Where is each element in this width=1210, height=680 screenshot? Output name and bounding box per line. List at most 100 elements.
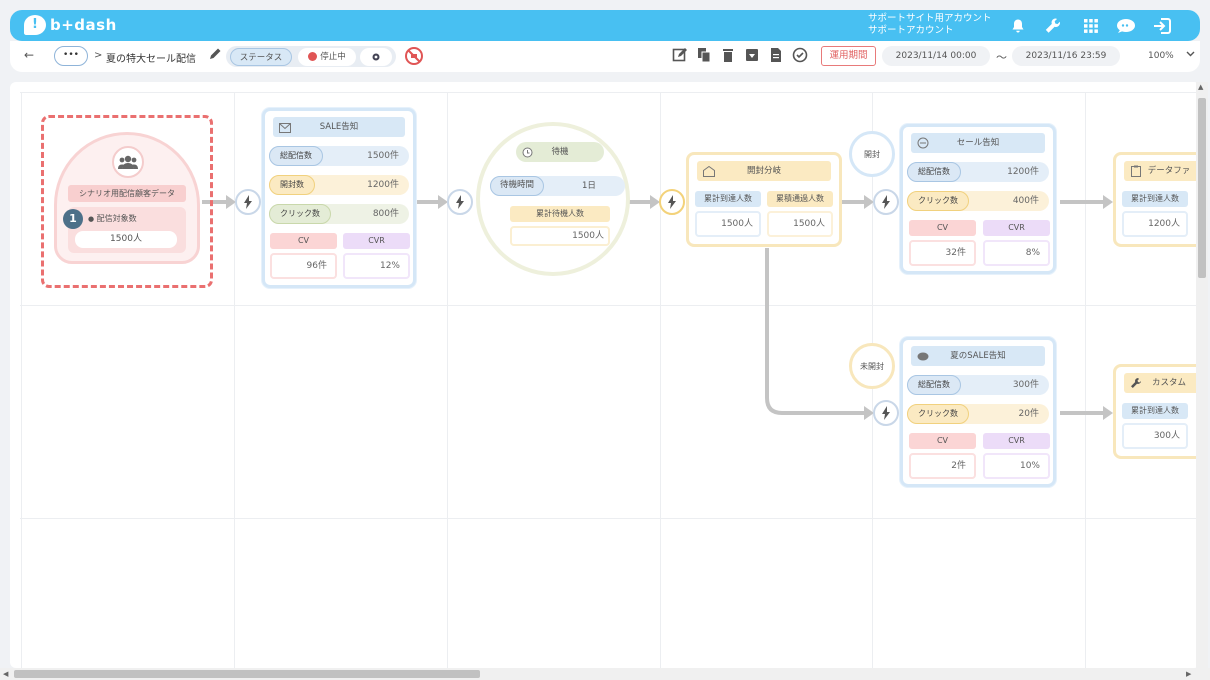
stat-row: 総配信数 1200件 xyxy=(907,162,1049,182)
horizontal-scroll-thumb[interactable] xyxy=(14,670,480,678)
no-entry-icon xyxy=(917,137,929,149)
trigger-node[interactable] xyxy=(235,189,261,215)
check-circle-icon[interactable] xyxy=(792,47,808,63)
bell-icon[interactable] xyxy=(1008,16,1028,36)
wrench-icon xyxy=(1130,377,1142,389)
trigger-node[interactable] xyxy=(873,400,899,426)
stat-value: 300件 xyxy=(1012,380,1039,390)
app-logo[interactable]: ! b+dash xyxy=(24,15,117,35)
open-branch-node[interactable]: 開封分岐 累計到達人数 累積通過人数 1500人 1500人 xyxy=(686,152,842,247)
sale-notice-node[interactable]: SALE告知 総配信数 1500件 開封数 1200件 クリック数 800件 CV C… xyxy=(262,108,416,288)
vertical-scrollbar[interactable]: ▲ xyxy=(1196,82,1208,668)
scroll-left-icon[interactable]: ◀ xyxy=(3,670,8,678)
logout-icon[interactable] xyxy=(1152,16,1172,36)
wait-node[interactable]: 待機 待機時間 1日 累計待機人数 1500人 xyxy=(476,122,630,276)
document-icon[interactable] xyxy=(768,47,784,63)
custom-title-bar: カスタム xyxy=(1124,373,1200,393)
sale-mail-title-bar: セール告知 xyxy=(911,133,1045,153)
trigger-node[interactable] xyxy=(447,189,473,215)
operation-period-button[interactable]: 運用期間 xyxy=(821,46,876,66)
target-count-label: 配信対象数 xyxy=(96,214,137,223)
stat-row: 総配信数 1500件 xyxy=(269,146,409,166)
stat-value: 1200件 xyxy=(1007,167,1039,177)
summer-sale-node[interactable]: 夏のSALE告知 総配信数 300件 クリック数 20件 CV CVR 2件 10% xyxy=(900,337,1056,487)
scroll-right-icon[interactable]: ▶ xyxy=(1186,670,1191,678)
stat-label: クリック数 xyxy=(269,204,331,224)
vertical-scroll-thumb[interactable] xyxy=(1198,98,1206,278)
stat-value: 400件 xyxy=(1012,196,1039,206)
stat-row: 総配信数 300件 xyxy=(907,375,1049,395)
grid-icon[interactable] xyxy=(1081,16,1101,36)
cvr-label: CVR xyxy=(983,433,1050,449)
data-file-node[interactable]: データファ 累計到達人数 1200人 xyxy=(1113,152,1200,247)
stat-value: 1500件 xyxy=(367,151,399,161)
more-menu-button[interactable]: ••• xyxy=(54,46,88,66)
stat-label: クリック数 xyxy=(907,404,969,424)
wait-time-value: 1日 xyxy=(582,181,596,191)
sale-mail-node[interactable]: セール告知 総配信数 1200件 クリック数 400件 CV CVR 32件 8% xyxy=(900,124,1056,274)
zoom-value: 100% xyxy=(1148,51,1174,61)
flow-canvas[interactable]: シナリオ用配信顧客データ 1 ● 配信対象数 1500人 SALE告知 総配信数… xyxy=(10,82,1200,668)
reached-count-value: 300人 xyxy=(1122,423,1188,449)
clipboard-icon xyxy=(1130,165,1142,177)
passed-count-value: 1500人 xyxy=(767,211,833,237)
reached-count-label: 累計到達人数 xyxy=(1122,403,1188,419)
scenario-name: 夏の特大セール配信 xyxy=(106,54,196,65)
summer-sale-title: 夏のSALE告知 xyxy=(950,351,1006,361)
end-date-field[interactable]: 2023/11/16 23:59 xyxy=(1012,46,1120,66)
wait-time-label: 待機時間 xyxy=(490,176,545,196)
stat-row: クリック数 800件 xyxy=(269,204,409,224)
status-label: ステータス xyxy=(230,48,292,66)
open-mail-icon xyxy=(703,165,715,177)
delete-icon[interactable] xyxy=(720,47,736,63)
trigger-node[interactable] xyxy=(873,189,899,215)
back-arrow-icon[interactable]: ← xyxy=(24,48,34,62)
horizontal-scrollbar[interactable]: ◀ ▶ xyxy=(0,668,1210,680)
reached-count-label: 累計到達人数 xyxy=(1122,191,1188,207)
custom-node[interactable]: カスタム 累計到達人数 300人 xyxy=(1113,364,1200,459)
wait-title: 待機 xyxy=(551,147,569,157)
status-settings-button[interactable] xyxy=(360,48,392,66)
unopened-branch-pin: 未開封 xyxy=(849,343,895,389)
mail-icon xyxy=(279,121,291,133)
stat-label: 総配信数 xyxy=(269,146,323,166)
stat-label: 総配信数 xyxy=(907,162,961,182)
cvr-label: CVR xyxy=(343,233,410,249)
wrench-icon[interactable] xyxy=(1043,16,1063,36)
start-node-body: 1 ● 配信対象数 1500人 xyxy=(63,207,186,253)
person-icon: ● xyxy=(88,215,95,223)
edit-name-icon[interactable] xyxy=(208,47,224,63)
logo-mark-icon: ! xyxy=(24,15,46,35)
start-date-field[interactable]: 2023/11/14 00:00 xyxy=(882,46,990,66)
archive-icon[interactable] xyxy=(744,47,760,63)
account-info[interactable]: サポートサイト用アカウント サポートアカウント xyxy=(868,13,992,37)
account-line-1: サポートサイト用アカウント xyxy=(868,13,992,24)
stat-label: 総配信数 xyxy=(907,375,961,395)
cvr-value: 10% xyxy=(983,453,1050,479)
status-value-badge: 停止中 xyxy=(298,48,356,66)
cv-label: CV xyxy=(909,433,976,449)
copy-icon[interactable] xyxy=(696,47,712,63)
zoom-select[interactable]: 100% xyxy=(1128,46,1198,66)
breadcrumb-separator: > xyxy=(94,50,103,61)
stat-value: 1200件 xyxy=(367,180,399,190)
scroll-up-icon[interactable]: ▲ xyxy=(1198,83,1203,91)
no-send-icon[interactable] xyxy=(404,46,424,66)
top-header: ! b+dash サポートサイト用アカウント サポートアカウント xyxy=(10,10,1200,41)
stat-value: 800件 xyxy=(372,209,399,219)
stat-row: クリック数 400件 xyxy=(907,191,1049,211)
sale-mail-title: セール告知 xyxy=(956,138,1000,148)
chat-icon[interactable] xyxy=(1116,16,1136,36)
chat-bubble-icon xyxy=(917,350,929,362)
cvr-value: 12% xyxy=(343,253,410,279)
app-root: ! b+dash サポートサイト用アカウント サポートアカウント ← ••• >… xyxy=(0,0,1210,680)
stat-row: クリック数 20件 xyxy=(907,404,1049,424)
data-file-title-bar: データファ xyxy=(1124,161,1200,181)
reached-count-label: 累計到達人数 xyxy=(695,191,761,207)
data-file-title: データファ xyxy=(1147,166,1191,176)
cv-label: CV xyxy=(270,233,337,249)
sale-notice-title-bar: SALE告知 xyxy=(273,117,405,137)
reached-count-value: 1200人 xyxy=(1122,211,1188,237)
trigger-node[interactable] xyxy=(659,189,685,215)
edit-icon[interactable] xyxy=(672,47,688,63)
